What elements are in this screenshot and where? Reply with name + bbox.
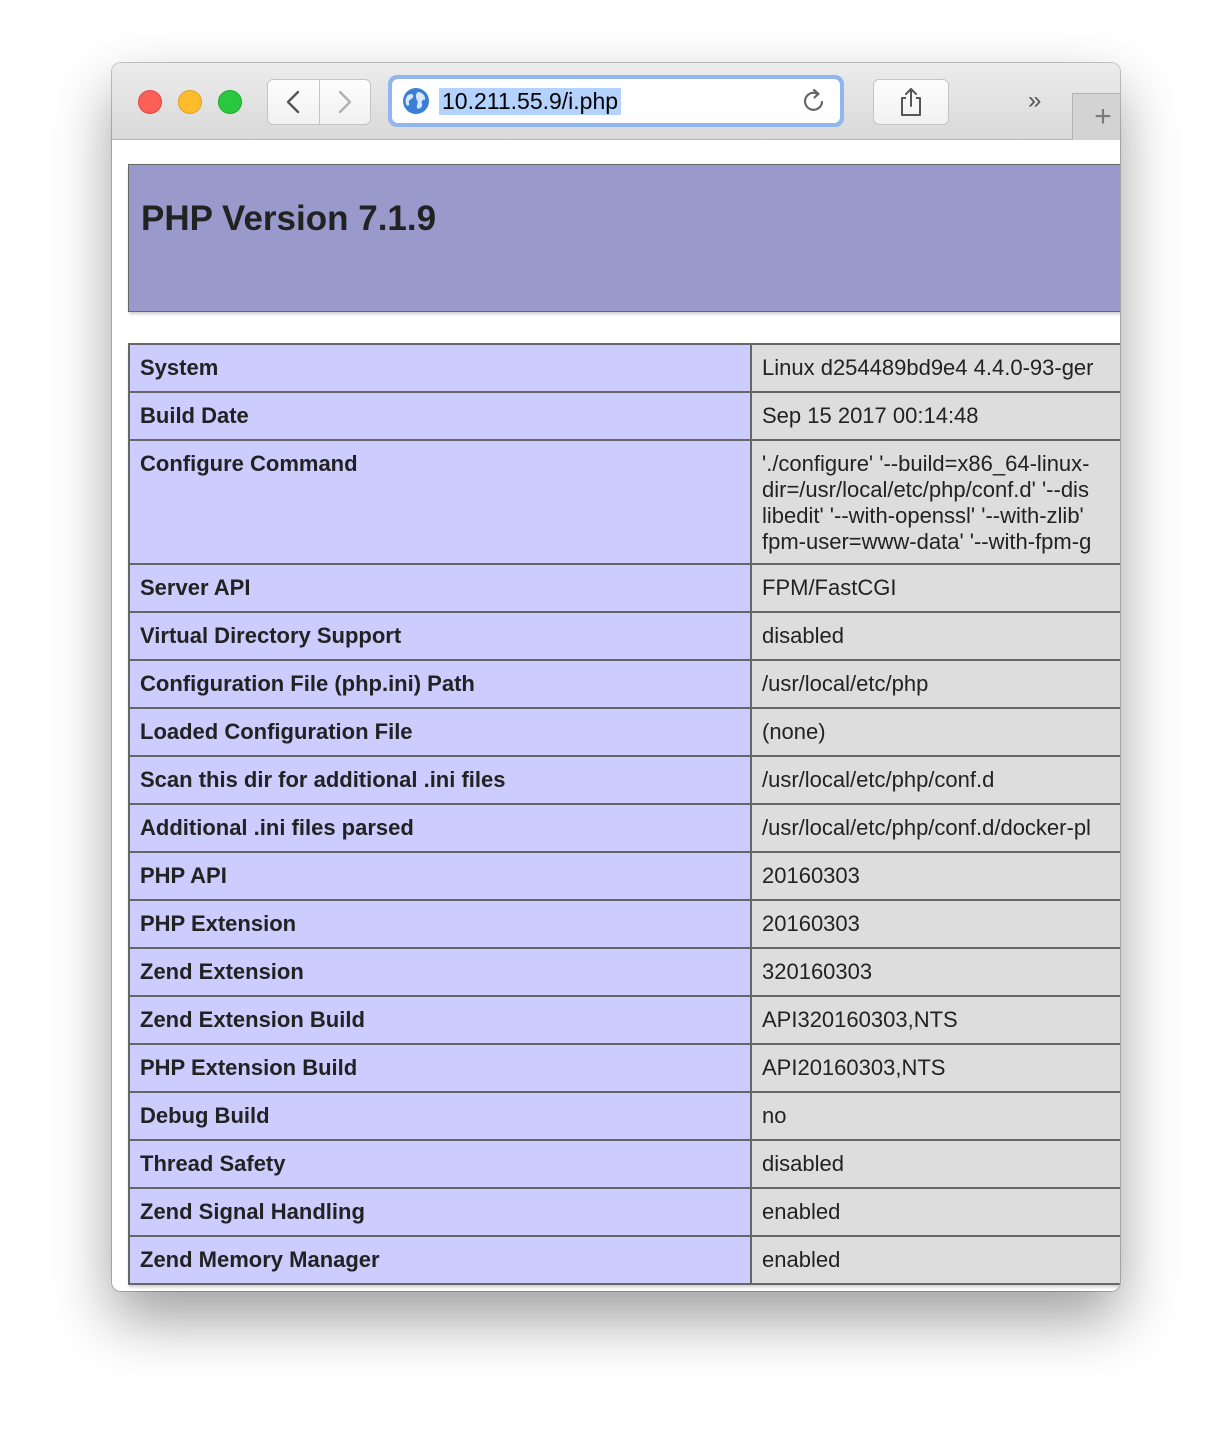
- row-value: './configure' '--build=x86_64-linux- dir…: [750, 439, 1120, 565]
- page-content: PHP Version 7.1.9 System Linux d254489bd9…: [112, 140, 1120, 1291]
- row-key: Loaded Configuration File: [128, 707, 752, 757]
- row-value: disabled: [750, 611, 1120, 661]
- table-row: Configuration File (php.ini) Path/usr/lo…: [128, 659, 1120, 709]
- row-value: /usr/local/etc/php: [750, 659, 1120, 709]
- table-row: Configure Command './configure' '--build=…: [128, 439, 1120, 565]
- row-value: disabled: [750, 1139, 1120, 1189]
- row-key: PHP Extension: [128, 899, 752, 949]
- url-text[interactable]: 10.211.55.9/i.php: [439, 88, 622, 115]
- row-value: 20160303: [750, 851, 1120, 901]
- row-value: 320160303: [750, 947, 1120, 997]
- row-key: Zend Extension Build: [128, 995, 752, 1045]
- row-key: Zend Signal Handling: [128, 1187, 752, 1237]
- table-row: PHP Extension Build API20160303,NTS: [128, 1043, 1120, 1093]
- row-key: Configuration File (php.ini) Path: [128, 659, 752, 709]
- navigation-buttons: [267, 79, 371, 125]
- row-value: /usr/local/etc/php/conf.d/docker-pl: [750, 803, 1120, 853]
- php-info-table-body: System Linux d254489bd9e4 4.4.0-93-ger Bui…: [128, 343, 1120, 1285]
- row-value: /usr/local/etc/php/conf.d: [750, 755, 1120, 805]
- row-value: FPM/FastCGI: [750, 563, 1120, 613]
- table-row: Virtual Directory Support disabled: [128, 611, 1120, 661]
- row-key: PHP Extension Build: [128, 1043, 752, 1093]
- minimize-window-button[interactable]: [178, 90, 202, 114]
- table-row: Zend Memory Manager enabled: [128, 1235, 1120, 1285]
- row-value: enabled: [750, 1187, 1120, 1237]
- close-window-button[interactable]: [138, 90, 162, 114]
- row-key: Thread Safety: [128, 1139, 752, 1189]
- forward-button[interactable]: [318, 80, 371, 124]
- address-bar[interactable]: 10.211.55.9/i.php: [388, 75, 844, 127]
- table-row: Zend Extension Build API320160303,NTS: [128, 995, 1120, 1045]
- row-key: Debug Build: [128, 1091, 752, 1141]
- toolbar-overflow-button[interactable]: »: [1028, 87, 1042, 115]
- row-key: PHP API: [128, 851, 752, 901]
- row-key: Scan this dir for additional .ini files: [128, 755, 752, 805]
- table-row: Zend Signal Handling enabled: [128, 1187, 1120, 1237]
- globe-icon: [403, 88, 429, 114]
- zoom-window-button[interactable]: [218, 90, 242, 114]
- table-row: Build Date Sep 15 2017 00:14:48: [128, 391, 1120, 441]
- row-value: API320160303,NTS: [750, 995, 1120, 1045]
- table-row: Scan this dir for additional .ini files /…: [128, 755, 1120, 805]
- row-value: (none): [750, 707, 1120, 757]
- php-header: PHP Version 7.1.9: [128, 164, 1120, 312]
- row-value: API20160303,NTS: [750, 1043, 1120, 1093]
- row-key: Additional .ini files parsed: [128, 803, 752, 853]
- chevron-right-icon: [338, 90, 351, 114]
- table-row: Server API FPM/FastCGI: [128, 563, 1120, 613]
- browser-window: 10.211.55.9/i.php » + PHP Version 7.1.9 …: [112, 63, 1120, 1291]
- table-row: Zend Extension 320160303: [128, 947, 1120, 997]
- back-button[interactable]: [268, 80, 319, 124]
- row-value: Linux d254489bd9e4 4.4.0-93-ger: [750, 343, 1120, 393]
- row-value: no: [750, 1091, 1120, 1141]
- share-icon: [901, 88, 921, 116]
- row-value: 20160303: [750, 899, 1120, 949]
- row-key: Build Date: [128, 391, 752, 441]
- table-row: Loaded Configuration File (none): [128, 707, 1120, 757]
- table-row: System Linux d254489bd9e4 4.4.0-93-ger: [128, 343, 1120, 393]
- page-title: PHP Version 7.1.9: [141, 199, 437, 238]
- new-tab-button[interactable]: +: [1072, 93, 1120, 140]
- row-key: Configure Command: [128, 439, 752, 565]
- row-key: Virtual Directory Support: [128, 611, 752, 661]
- chevron-left-icon: [287, 90, 300, 114]
- table-row: PHP API 20160303: [128, 851, 1120, 901]
- table-row: Additional .ini files parsed/usr/local/e…: [128, 803, 1120, 853]
- php-info-table: System Linux d254489bd9e4 4.4.0-93-ger Bui…: [128, 343, 1120, 1285]
- row-key: Zend Memory Manager: [128, 1235, 752, 1285]
- row-value: Sep 15 2017 00:14:48: [750, 391, 1120, 441]
- table-row: PHP Extension 20160303: [128, 899, 1120, 949]
- row-key: System: [128, 343, 752, 393]
- browser-toolbar: 10.211.55.9/i.php » +: [112, 63, 1120, 140]
- reload-icon[interactable]: [800, 87, 828, 115]
- address-bar-inner: 10.211.55.9/i.php: [392, 79, 840, 123]
- share-button[interactable]: [873, 79, 949, 125]
- row-value: enabled: [750, 1235, 1120, 1285]
- table-row: Debug Build no: [128, 1091, 1120, 1141]
- table-row: Thread Safety disabled: [128, 1139, 1120, 1189]
- row-key: Zend Extension: [128, 947, 752, 997]
- row-key: Server API: [128, 563, 752, 613]
